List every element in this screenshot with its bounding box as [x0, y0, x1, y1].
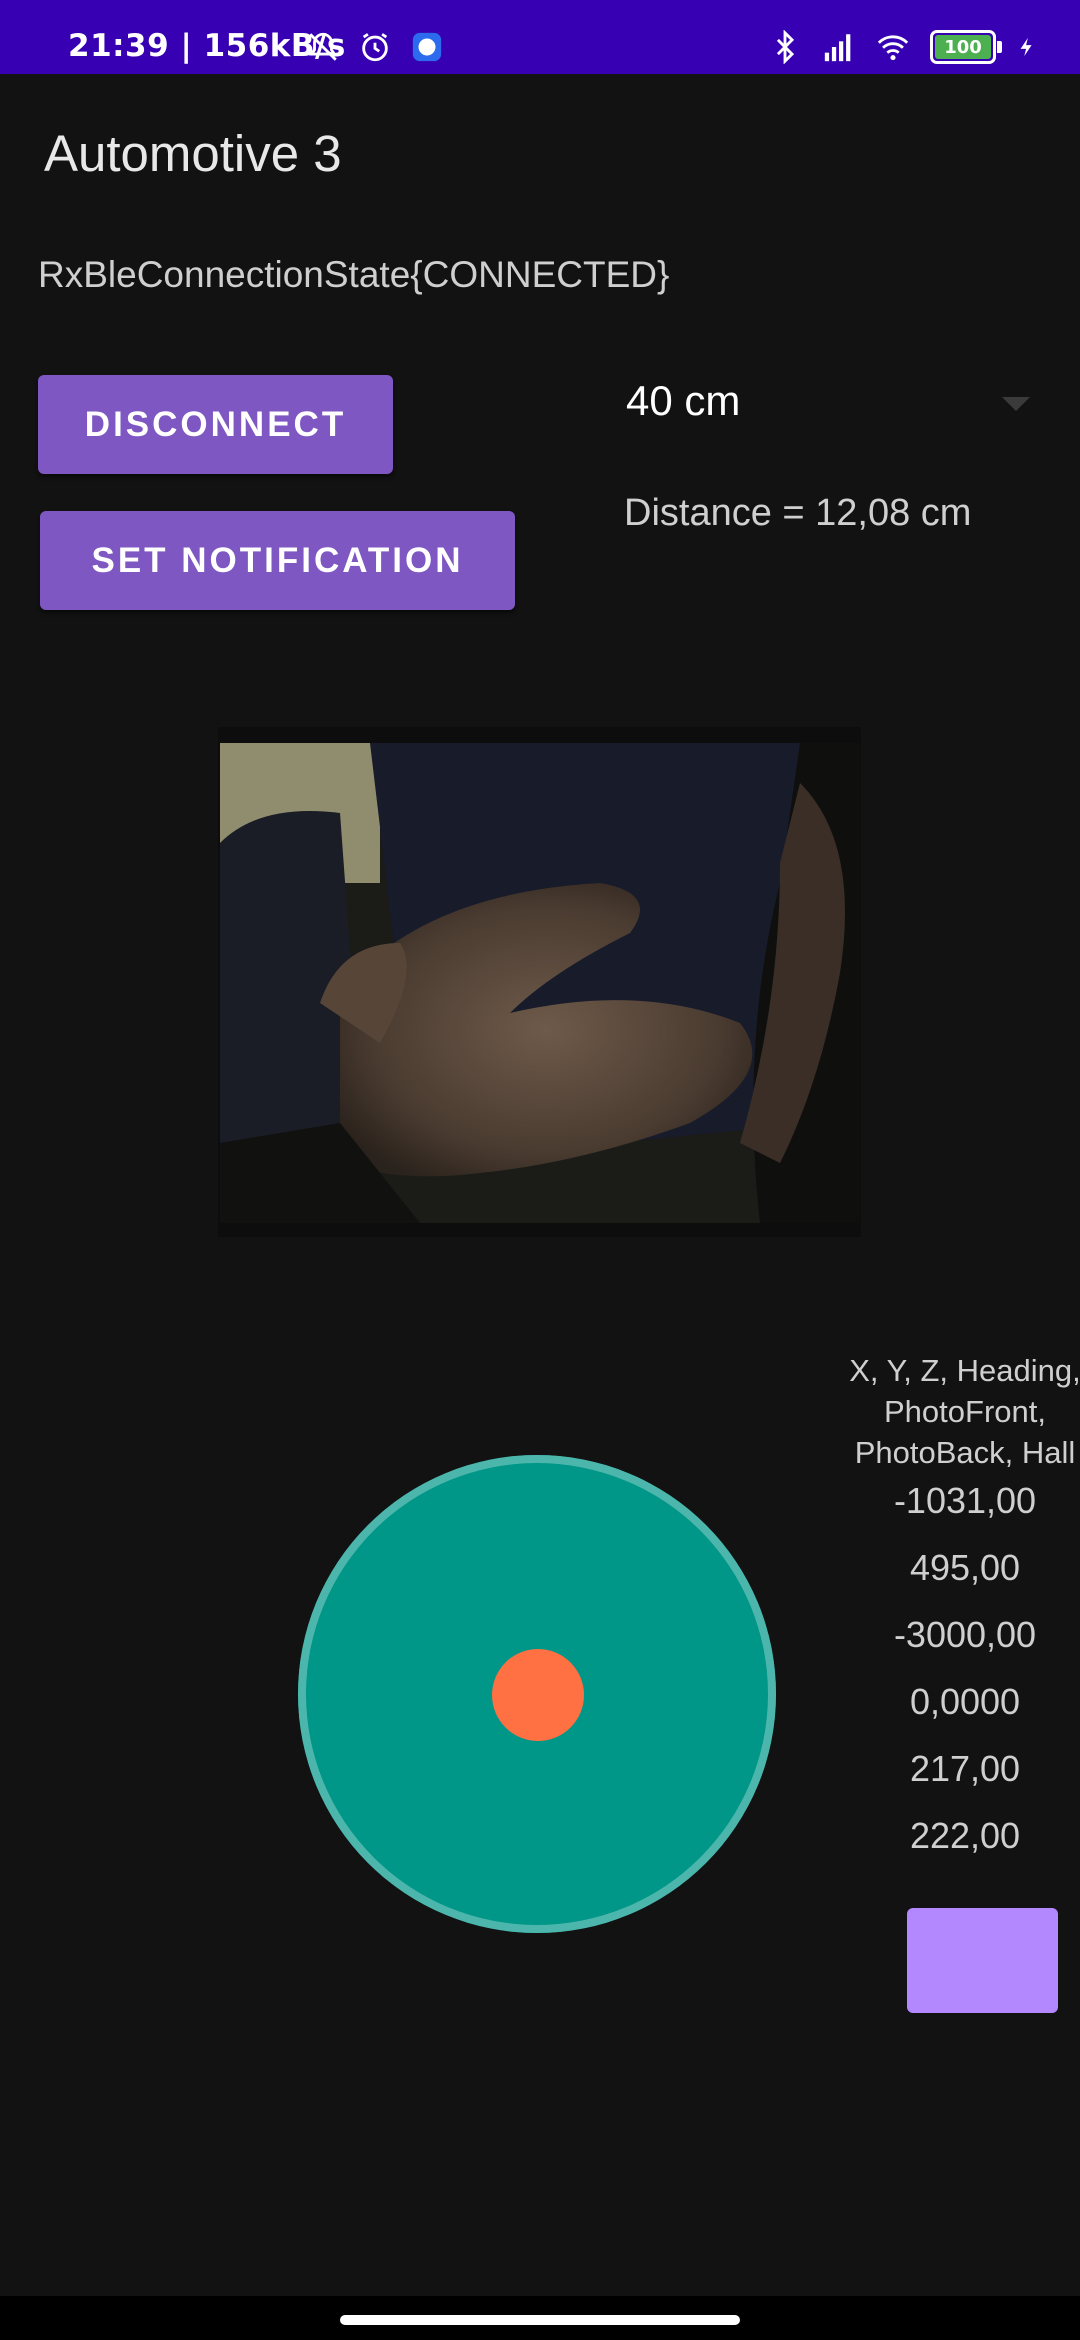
- bluetooth-icon: [776, 30, 795, 64]
- screen: 21:39 | 156kB/s 100 Automotive 3 RxBleCo…: [0, 0, 1080, 2340]
- reading-y: 495,00: [909, 1547, 1021, 1588]
- status-icons-left: [306, 30, 444, 64]
- color-indicator-button[interactable]: [907, 1908, 1058, 2013]
- mute-bell-icon: [309, 32, 337, 61]
- wifi-icon: [877, 35, 909, 61]
- reading-heading: 0,0000: [909, 1681, 1021, 1722]
- reading-x: -1031,00: [893, 1480, 1037, 1521]
- reading-z: -3000,00: [893, 1614, 1037, 1655]
- camera-preview-image: [220, 743, 860, 1223]
- home-gesture-handle[interactable]: [340, 2315, 740, 2325]
- readings-header-line: X, Y, Z, Heading,: [849, 1353, 1080, 1388]
- distance-readout: Distance = 12,08 cm: [624, 492, 972, 534]
- charging-icon: [1020, 37, 1032, 57]
- disconnect-button[interactable]: DISCONNECT: [38, 375, 393, 474]
- reading-photo-front: 217,00: [909, 1748, 1021, 1789]
- spinner-selected-value: 40 cm: [626, 377, 741, 424]
- signal-app-icon: [412, 32, 442, 62]
- readings-header-line: PhotoFront,: [884, 1394, 1046, 1429]
- readings-header: X, Y, Z, Heading, PhotoFront, PhotoBack,…: [845, 1350, 1080, 1473]
- battery-level: 100: [944, 36, 982, 58]
- set-notification-button[interactable]: SET NOTIFICATION: [40, 511, 515, 610]
- joystick-knob[interactable]: [492, 1649, 584, 1741]
- battery-icon: 100: [930, 30, 1002, 64]
- connection-state: RxBleConnectionState{CONNECTED}: [38, 254, 670, 295]
- readings-list: -1031,00 495,00 -3000,00 0,0000 217,00 2…: [845, 1467, 1080, 1869]
- status-time: 21:39 | 156kB/s: [68, 28, 346, 64]
- dropdown-arrow-icon: [1002, 397, 1030, 411]
- app-title: Automotive 3: [44, 125, 342, 182]
- status-icons-right: 100: [768, 30, 1038, 64]
- status-bar: 21:39 | 156kB/s 100: [0, 0, 1080, 74]
- alarm-icon: [362, 33, 388, 62]
- reading-photo-back: 222,00: [909, 1815, 1021, 1856]
- camera-frame: [218, 727, 861, 1237]
- cell-signal-icon: [824, 34, 851, 62]
- distance-spinner[interactable]: 40 cm: [626, 375, 1030, 435]
